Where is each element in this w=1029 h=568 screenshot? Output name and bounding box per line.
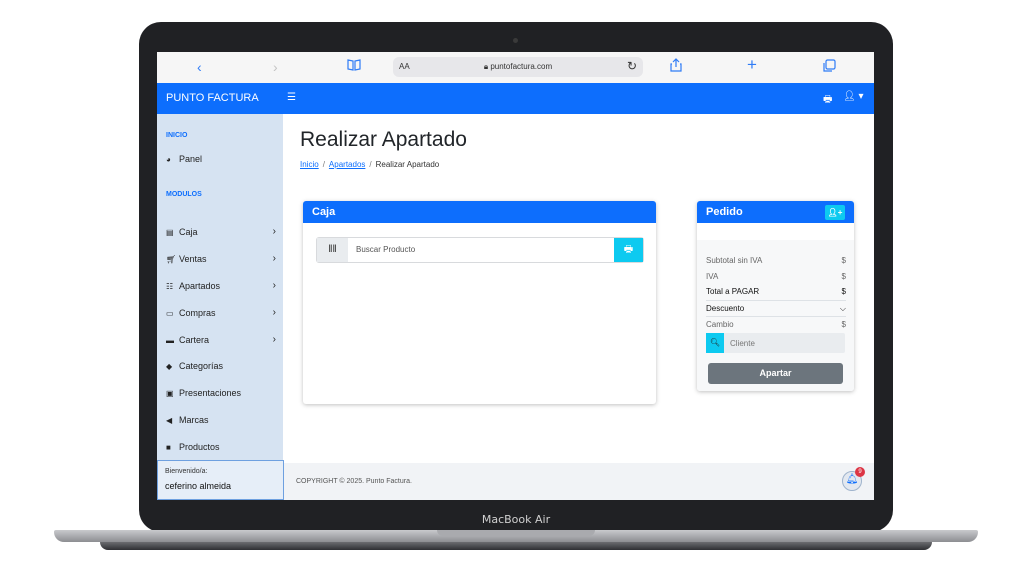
total-row: Total a PAGAR $ [706,287,846,296]
sidebar-item-compras[interactable]: ▭ Compras › [166,307,276,322]
pedido-header: Pedido 👤︎+ [697,201,854,223]
printer-icon[interactable]: 🖶︎ [823,92,832,109]
descuento-select[interactable]: Descuento ⌵ [706,304,846,313]
page-footer: COPYRIGHT © 2025. Punto Factura. 🔔︎ 9 [284,463,874,500]
sidebar-user-info: Bienvenido/a: ceferino almeida [157,460,284,500]
welcome-label: Bienvenido/a: [165,468,208,475]
product-search-input[interactable]: Buscar Producto [356,245,415,254]
sidebar-item-ventas[interactable]: 🛒︎ Ventas › [166,253,276,268]
subtotal-row: Subtotal sin IVA $ [706,256,846,265]
divider [706,316,846,317]
sidebar-section-modulos: MODULOS [166,191,202,198]
sidebar-item-marcas[interactable]: ◀ Marcas [166,415,276,429]
sidebar-item-panel[interactable]: ◕ Panel [166,154,276,168]
notification-badge: 9 [855,467,865,477]
boxes-icon: ☷ [166,282,174,291]
new-tab-icon[interactable]: + [747,56,757,74]
sidebar-item-categorias[interactable]: ◆ Categorías [166,361,276,375]
url-text: puntofactura.com [490,62,553,71]
sidebar-item-caja[interactable]: ▤ Caja › [166,226,276,241]
pedido-card: Pedido 👤︎+ Subtotal sin IVA $ IVA $ Total … [697,201,854,391]
add-client-button[interactable]: 👤︎+ [825,205,845,220]
purchases-icon: ▭ [166,309,174,318]
megaphone-icon: ◀ [166,416,173,425]
chevron-down-icon: ⌵ [839,304,846,313]
caja-header: Caja [303,201,656,223]
device-label: MacBook Air [481,513,551,526]
laptop-notch [437,530,595,536]
camera [513,38,518,43]
pedido-title: Pedido [706,206,743,218]
breadcrumb-current: Realizar Apartado [375,160,440,169]
sidebar-item-apartados[interactable]: ☷ Apartados › [166,280,276,295]
menu-toggle-icon[interactable]: ☰ [287,92,296,103]
forward-icon[interactable]: › [273,58,278,76]
sidebar-item-productos[interactable]: ■ Productos [166,442,276,456]
laptop-base-shadow [100,542,932,550]
chevron-right-icon: › [272,307,276,318]
bag-icon: ■ [166,443,171,452]
breadcrumb: Inicio / Apartados / Realizar Apartado [300,160,440,169]
share-icon[interactable] [670,58,682,76]
chevron-right-icon: › [272,280,276,291]
sidebar: INICIO ◕ Panel MODULOS ▤ Caja › 🛒︎ Ventas ›… [157,114,283,462]
sidebar-item-presentaciones[interactable]: ▣ Presentaciones [166,388,276,402]
sidebar-section-inicio: INICIO [166,132,188,139]
sidebar-item-cartera[interactable]: ▬ Cartera › [166,334,276,349]
cambio-row: Cambio $ [706,320,846,329]
register-icon: ▤ [166,228,174,237]
cliente-input[interactable]: Cliente [730,339,755,348]
breadcrumb-home[interactable]: Inicio [300,160,319,169]
divider [706,300,846,301]
brand-logo[interactable]: PUNTO FACTURA [166,92,259,104]
copyright: COPYRIGHT © 2025. Punto Factura. [296,478,412,485]
wallet-icon: ▬ [166,336,174,345]
product-search: ‖‖ Buscar Producto 🖶︎ [316,237,644,263]
caja-card: Caja ‖‖ Buscar Producto 🖶︎ [303,201,656,404]
main-content: Realizar Apartado Inicio / Apartados / Reali… [284,114,874,500]
chevron-right-icon: › [272,226,276,237]
app-navbar: PUNTO FACTURA ☰ 🖶︎ 👤︎ ▾ [157,83,874,114]
reload-icon[interactable]: ↻ [627,59,637,73]
dashboard-icon: ◕ [166,155,171,164]
back-icon[interactable]: ‹ [197,58,202,76]
breadcrumb-apartados[interactable]: Apartados [329,160,365,169]
tabs-icon[interactable] [823,58,836,76]
username: ceferino almeida [165,481,232,491]
search-icon: 🔍︎ [706,333,724,353]
page-title: Realizar Apartado [300,128,467,151]
browser-toolbar: ‹ › AA 🔒︎ puntofactura.com ↻ + [157,52,874,84]
product-search-button[interactable]: 🖶︎ [614,238,643,262]
address-bar[interactable]: AA 🔒︎ puntofactura.com ↻ [393,57,643,77]
chevron-right-icon: › [272,253,276,264]
archive-icon: ▣ [166,389,174,398]
barcode-icon[interactable]: ‖‖ [317,238,348,262]
tag-icon: ◆ [166,362,173,371]
cliente-field[interactable]: 🔍︎ Cliente [706,333,845,353]
iva-row: IVA $ [706,272,846,281]
user-menu-icon[interactable]: 👤︎ ▾ [843,91,864,102]
screen: ‹ › AA 🔒︎ puntofactura.com ↻ + PUNTO FAC… [157,52,874,500]
chevron-right-icon: › [272,334,276,345]
notifications-button[interactable]: 🔔︎ 9 [842,467,865,491]
apartar-button[interactable]: Apartar [708,363,843,384]
bookmarks-icon[interactable] [347,58,361,76]
cart-icon: 🛒︎ [166,255,177,264]
